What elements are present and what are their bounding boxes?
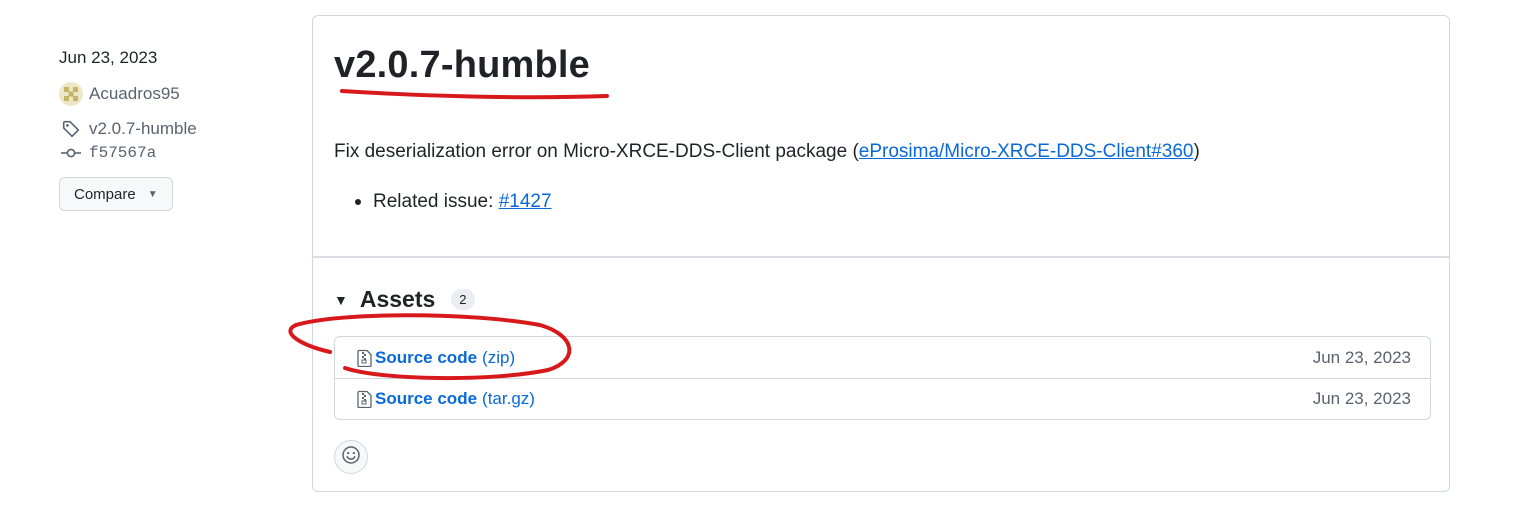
assets-count-badge: 2	[451, 289, 475, 310]
release-card: v2.0.7-humble Fix deserialization error …	[312, 15, 1450, 492]
tag-icon	[59, 117, 83, 141]
bullet-dot	[355, 199, 361, 205]
asset-name[interactable]: Source code	[375, 389, 477, 409]
asset-row: Source code (tar.gz) Jun 23, 2023	[335, 378, 1430, 419]
triangle-down-icon: ▼	[334, 291, 348, 308]
related-issue-label: Related issue:	[373, 191, 494, 212]
author-row[interactable]: Acuadros95	[59, 81, 289, 107]
asset-date: Jun 23, 2023	[1312, 347, 1411, 367]
assets-list: Source code (zip) Jun 23, 2023 Source co…	[334, 336, 1431, 420]
tag-row[interactable]: v2.0.7-humble	[59, 117, 289, 141]
avatar-identicon	[59, 82, 83, 106]
file-zip-icon	[357, 348, 375, 368]
asset-link-zip[interactable]: Source code (zip)	[357, 348, 515, 368]
asset-ext[interactable]: (tar.gz)	[482, 389, 535, 409]
assets-toggle[interactable]: ▼ Assets 2	[334, 286, 475, 313]
pull-request-link[interactable]: eProsima/Micro-XRCE-DDS-Client#360	[859, 141, 1194, 162]
avatar[interactable]	[59, 82, 83, 106]
compare-label: Compare	[74, 185, 136, 203]
list-item: Related issue: #1427	[355, 191, 552, 213]
commit-sha[interactable]: f57567a	[89, 144, 156, 162]
release-description: Fix deserialization error on Micro-XRCE-…	[334, 141, 1200, 163]
add-reaction-button[interactable]	[334, 440, 368, 474]
author-name[interactable]: Acuadros95	[89, 84, 180, 104]
release-page: Jun 23, 2023 Acuadros95 v2.0.7-humble f5…	[0, 0, 1527, 530]
asset-date: Jun 23, 2023	[1312, 389, 1411, 408]
release-meta: Jun 23, 2023 Acuadros95 v2.0.7-humble f5…	[59, 48, 289, 211]
tag-label[interactable]: v2.0.7-humble	[89, 119, 197, 139]
section-divider	[313, 256, 1449, 258]
release-title[interactable]: v2.0.7-humble	[334, 44, 590, 87]
asset-link-targz[interactable]: Source code (tar.gz)	[357, 389, 535, 409]
release-notes-list: Related issue: #1427	[355, 191, 552, 213]
chevron-down-icon: ▼	[147, 188, 158, 200]
commit-icon	[59, 141, 83, 165]
description-suffix: )	[1193, 141, 1200, 162]
file-zip-icon	[357, 389, 375, 409]
smiley-icon	[341, 445, 361, 470]
issue-link[interactable]: #1427	[499, 191, 552, 213]
asset-name[interactable]: Source code	[375, 348, 477, 368]
description-text: Fix deserialization error on Micro-XRCE-…	[334, 141, 859, 162]
asset-row: Source code (zip) Jun 23, 2023	[335, 337, 1430, 378]
release-date: Jun 23, 2023	[59, 48, 158, 67]
commit-row[interactable]: f57567a	[59, 141, 289, 165]
compare-button[interactable]: Compare ▼	[59, 177, 173, 211]
assets-heading: Assets	[359, 286, 436, 312]
asset-ext[interactable]: (zip)	[482, 348, 515, 368]
